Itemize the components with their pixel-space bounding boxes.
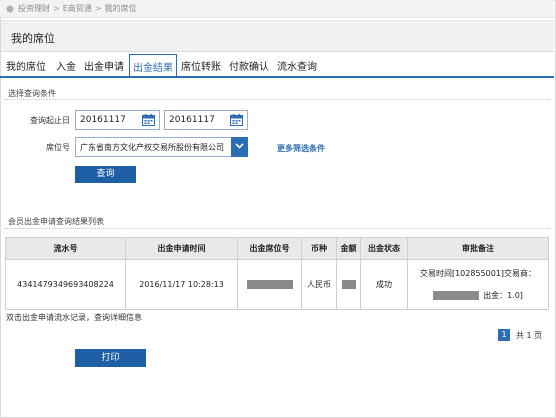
column-header: 币种 [301, 237, 337, 260]
calendar-icon[interactable] [142, 114, 155, 126]
section-divider [4, 228, 550, 229]
date-range-label: 查询起止日 [30, 116, 70, 125]
column-header: 出金状态 [360, 237, 408, 260]
pagination: 1 共 1 页 [498, 329, 542, 341]
breadcrumb-item[interactable]: 投资理财 [18, 3, 50, 14]
breadcrumb-separator: > [53, 4, 60, 13]
breadcrumb-item[interactable]: E商贸通 [63, 3, 92, 14]
column-header: 出金席位号 [237, 237, 302, 260]
table-hint: 双击出金申请流水记录，查询详细信息 [6, 313, 142, 322]
page-number-button[interactable]: 1 [498, 329, 510, 341]
table-header-row: 流水号 出金申请时间 出金席位号 币种 金额 出金状态 审批备注 [5, 237, 549, 260]
more-filters-link[interactable]: 更多筛选条件 [277, 143, 325, 154]
results-section-title: 会员出金申请查询结果列表 [8, 217, 104, 226]
tab-bar: 我的席位 入金 出金申请 出金结果 席位转账 付款确认 流水查询 [0, 52, 554, 78]
results-table: 流水号 出金申请时间 出金席位号 币种 金额 出金状态 审批备注 4341479… [5, 237, 549, 310]
column-header: 审批备注 [407, 237, 549, 260]
breadcrumb-item-current: 我的席位 [104, 4, 137, 13]
breadcrumb-separator: > [94, 4, 102, 13]
calendar-icon[interactable] [230, 114, 243, 126]
currency-cell: 人民币 [301, 259, 337, 310]
tab-payment-confirm[interactable]: 付款确认 [229, 58, 269, 73]
memo-cell: 交易时间[102855001]交易商： 出金：1.0] [407, 259, 549, 310]
search-button[interactable]: 查询 [75, 166, 136, 183]
query-section-title: 选择查询条件 [8, 89, 56, 98]
seat-label: 席位号 [46, 143, 70, 152]
tab-withdraw-result[interactable]: 出金结果 [129, 54, 177, 76]
column-header: 金额 [336, 237, 361, 260]
dropdown-arrow[interactable] [231, 137, 248, 157]
tab-seat-transfer[interactable]: 席位转账 [181, 58, 221, 73]
status-cell: 成功 [360, 259, 408, 310]
redacted-block [246, 280, 293, 289]
tab-deposit[interactable]: 入金 [56, 58, 76, 73]
memo-line: 交易时间[102855001]交易商： [419, 268, 537, 278]
end-date-field[interactable] [164, 110, 248, 130]
table-row[interactable]: 4341479349693408224 2016/11/17 10:28:13 … [5, 259, 549, 310]
seat-select-value: 广东省南方文化产权交易所股份有限公司 [80, 143, 224, 152]
redacted-block [341, 280, 356, 289]
chevron-down-icon [235, 143, 244, 149]
page-header: 我的席位 [1, 20, 554, 52]
end-date-input[interactable] [165, 111, 233, 129]
start-date-field[interactable] [75, 110, 160, 130]
amount-cell [336, 259, 361, 310]
serial-cell: 4341479349693408224 [5, 259, 126, 310]
memo-line: 出金：1.0] [483, 290, 523, 300]
tab-flow-query[interactable]: 流水查询 [277, 58, 317, 73]
column-header: 流水号 [5, 237, 126, 260]
page-title: 我的席位 [11, 32, 55, 45]
print-button[interactable]: 打印 [75, 349, 146, 367]
column-header: 出金申请时间 [125, 237, 238, 260]
section-divider [4, 99, 550, 100]
memo-line-container: 出金：1.0] [408, 290, 548, 302]
tab-withdraw-request[interactable]: 出金申请 [84, 58, 124, 73]
home-icon[interactable] [6, 5, 14, 13]
page-total: 共 1 页 [516, 330, 543, 340]
seat-cell [237, 259, 302, 310]
redacted-block [433, 290, 480, 300]
time-cell: 2016/11/17 10:28:13 [125, 259, 238, 310]
start-date-input[interactable] [76, 111, 144, 129]
seat-select[interactable]: 广东省南方文化产权交易所股份有限公司 [75, 137, 248, 157]
breadcrumb: 投资理财 > E商贸通 > 我的席位 [0, 0, 554, 18]
tab-my-seat[interactable]: 我的席位 [6, 58, 46, 73]
